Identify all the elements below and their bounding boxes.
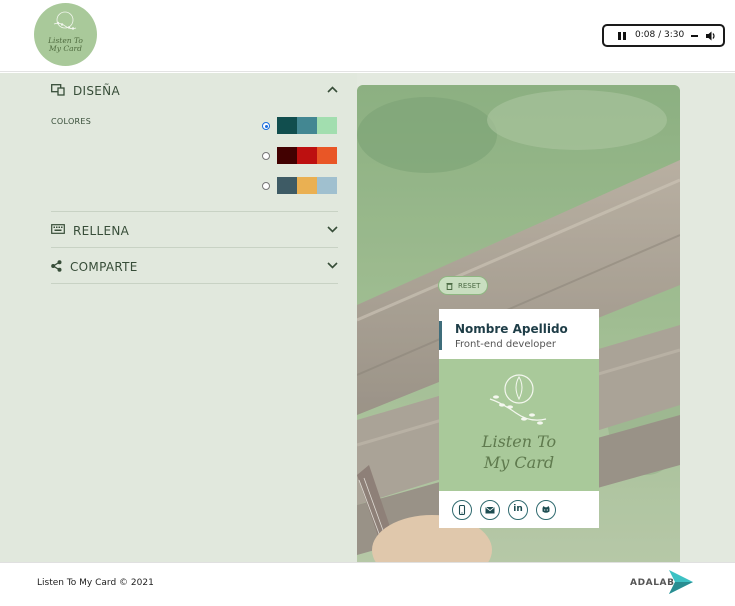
adalab-arrow-icon: [669, 570, 693, 594]
email-icon[interactable]: [480, 500, 500, 520]
section-share-header[interactable]: COMPARTE: [51, 256, 338, 278]
palette-swatch: [317, 147, 337, 164]
volume-icon[interactable]: [705, 30, 717, 42]
footer-copyright: Listen To My Card © 2021: [37, 578, 154, 588]
logo-tree-icon: [53, 11, 77, 30]
pause-icon[interactable]: [618, 32, 626, 40]
palette-swatch: [277, 177, 297, 194]
palette-option-1[interactable]: [262, 117, 338, 134]
section-fill-header[interactable]: RELLENA: [51, 220, 338, 242]
palette-swatch: [297, 117, 317, 134]
preview-card: Nombre Apellido Front-end developer List…: [439, 309, 599, 528]
divider: [51, 211, 338, 212]
progress-slider[interactable]: [691, 35, 698, 37]
divider: [51, 247, 338, 248]
reset-label: RESET: [458, 282, 481, 290]
colors-label: COLORES: [51, 117, 92, 126]
palette-radio-2[interactable]: [262, 152, 270, 160]
palette-option-2[interactable]: [262, 147, 338, 164]
chevron-down-icon[interactable]: [327, 262, 338, 269]
design-icon: [51, 84, 65, 96]
trash-icon: [446, 283, 453, 290]
linkedin-icon[interactable]: in: [508, 500, 528, 520]
tree-icon: [489, 374, 547, 425]
palette-option-3[interactable]: [262, 177, 338, 194]
github-icon[interactable]: [536, 500, 556, 520]
palette-radio-3[interactable]: [262, 182, 270, 190]
palette-swatch: [297, 177, 317, 194]
logo-text: Listen To My Card: [48, 36, 83, 53]
reset-button[interactable]: RESET: [438, 276, 488, 295]
card-job: Front-end developer: [455, 339, 556, 350]
footer: Listen To My Card © 2021 ADALAB: [0, 562, 735, 606]
card-accent-bar: [439, 321, 442, 350]
header: Listen To My Card 0:08 / 3:30: [0, 0, 735, 72]
section-fill-label: RELLENA: [73, 224, 130, 238]
palette-swatch: [277, 117, 297, 134]
palette-swatch: [317, 177, 337, 194]
section-design-label: DISEÑA: [73, 84, 120, 98]
chevron-up-icon[interactable]: [327, 86, 338, 93]
section-design-header[interactable]: DISEÑA: [51, 80, 338, 102]
card-image: Listen To My Card: [439, 359, 599, 491]
palette-swatch: [297, 147, 317, 164]
chevron-down-icon[interactable]: [327, 226, 338, 233]
section-share-label: COMPARTE: [70, 260, 138, 274]
share-icon: [51, 260, 62, 272]
divider: [51, 283, 338, 284]
keyboard-icon: [51, 224, 65, 234]
audio-time: 0:08 / 3:30: [635, 30, 685, 40]
phone-icon[interactable]: [452, 500, 472, 520]
palette-swatch: [317, 117, 337, 134]
palette-swatch: [277, 147, 297, 164]
card-name: Nombre Apellido: [455, 322, 568, 336]
card-image-text: Listen To My Card: [481, 432, 557, 472]
logo[interactable]: Listen To My Card: [34, 3, 97, 66]
audio-player[interactable]: 0:08 / 3:30: [602, 24, 725, 47]
palette-radio-1[interactable]: [262, 122, 270, 130]
